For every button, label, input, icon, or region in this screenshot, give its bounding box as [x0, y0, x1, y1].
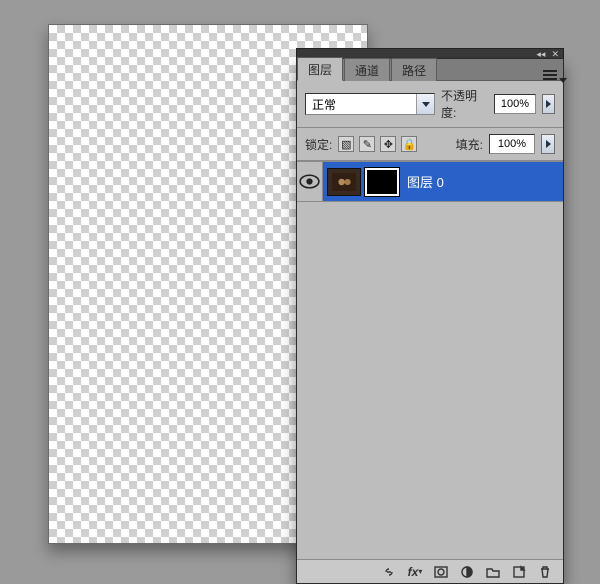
lock-all-icon[interactable]: 🔒 — [401, 136, 417, 152]
fill-stepper[interactable] — [541, 134, 555, 154]
blend-mode-select[interactable]: 正常 — [305, 93, 435, 115]
tab-layers[interactable]: 图层 — [297, 57, 343, 81]
adjustment-layer-icon[interactable] — [459, 564, 475, 580]
layer-list[interactable]: 图层 0 — [297, 161, 563, 559]
layer-style-icon[interactable]: fx▾ — [407, 564, 423, 580]
panel-tabs: 图层 通道 路径 — [297, 59, 563, 81]
panel-menu-icon[interactable] — [543, 70, 557, 80]
opacity-input[interactable]: 100% — [494, 94, 536, 114]
fill-input[interactable]: 100% — [489, 134, 535, 154]
layers-panel: 图层 通道 路径 正常 不透明度: 100% 锁定: ▧ ✎ ✥ 🔒 填充: 1… — [296, 58, 564, 584]
fill-label: 填充: — [456, 136, 483, 153]
chevron-down-icon[interactable] — [416, 94, 434, 114]
link-layers-icon[interactable] — [381, 564, 397, 580]
opacity-stepper[interactable] — [542, 94, 555, 114]
lock-row: 锁定: ▧ ✎ ✥ 🔒 填充: 100% — [297, 128, 563, 161]
lock-position-icon[interactable]: ✥ — [380, 136, 396, 152]
lock-transparency-icon[interactable]: ▧ — [338, 136, 354, 152]
layer-thumbnail[interactable] — [327, 168, 361, 196]
add-mask-icon[interactable] — [433, 564, 449, 580]
blend-mode-value: 正常 — [306, 96, 336, 113]
blend-row: 正常 不透明度: 100% — [297, 81, 563, 128]
layer-row[interactable]: 图层 0 — [297, 162, 563, 202]
panel-footer: fx▾ — [297, 559, 563, 583]
visibility-eye-icon[interactable] — [297, 162, 323, 201]
delete-layer-icon[interactable] — [537, 564, 553, 580]
lock-buttons: ▧ ✎ ✥ 🔒 — [338, 136, 417, 152]
new-group-icon[interactable] — [485, 564, 501, 580]
layer-name-label[interactable]: 图层 0 — [407, 172, 444, 191]
tab-paths[interactable]: 路径 — [391, 58, 437, 81]
lock-pixels-icon[interactable]: ✎ — [359, 136, 375, 152]
opacity-label: 不透明度: — [441, 87, 488, 121]
new-layer-icon[interactable] — [511, 564, 527, 580]
tab-channels[interactable]: 通道 — [344, 58, 390, 81]
lock-label: 锁定: — [305, 136, 332, 153]
layer-mask-thumbnail[interactable] — [365, 168, 399, 196]
